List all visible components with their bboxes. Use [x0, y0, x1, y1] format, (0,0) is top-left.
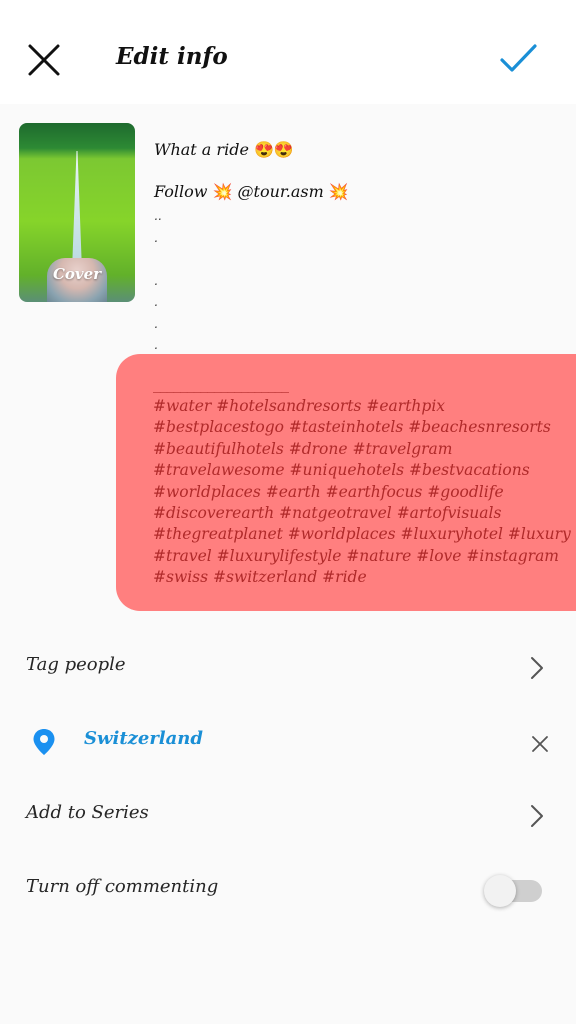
- location-pin-icon: [33, 729, 55, 755]
- turn-off-commenting-row: Turn off commenting: [0, 856, 576, 916]
- chevron-right-icon: [531, 805, 543, 827]
- dot-line: .: [154, 316, 158, 331]
- turn-off-commenting-label: Turn off commenting: [26, 876, 219, 897]
- chevron-right-icon: [531, 657, 543, 679]
- tag-people-label: Tag people: [26, 654, 126, 675]
- caption-line-1: What a ride 😍😍: [154, 140, 554, 164]
- hashtag-line: #discoverearth #natgeotravel #artofvisua…: [153, 504, 502, 523]
- hashtag-highlight-block[interactable]: ____________________ #water #hotelsandre…: [116, 354, 576, 611]
- separator-line: ____________________: [153, 375, 289, 393]
- remove-location-icon[interactable]: [531, 735, 549, 753]
- mention-text: @tour.asm: [237, 182, 324, 201]
- hashtag-line: #beautifulhotels #drone #travelgram: [153, 439, 453, 458]
- commenting-toggle[interactable]: [482, 874, 544, 910]
- cover-label: Cover: [52, 265, 102, 283]
- dot-line: .: [154, 230, 158, 245]
- location-label: Switzerland: [84, 728, 203, 749]
- add-to-series-row[interactable]: Add to Series: [0, 782, 576, 842]
- top-bar: Edit info: [0, 0, 576, 104]
- hashtag-line: #bestplacestogo #tasteinhotels #beachesn…: [153, 418, 551, 437]
- add-to-series-label: Add to Series: [26, 802, 149, 823]
- heart-eyes-emoji-icon: 😍😍: [254, 140, 294, 159]
- close-icon[interactable]: [26, 42, 62, 78]
- checkmark-icon[interactable]: [498, 42, 538, 76]
- hashtag-line: #swiss #switzerland #ride: [153, 568, 367, 587]
- collision-emoji-icon: 💥: [212, 182, 233, 201]
- caption-text: What a ride: [154, 140, 249, 159]
- hashtag-line: #thegreatplanet #worldplaces #luxuryhote…: [153, 525, 571, 544]
- tag-people-row[interactable]: Tag people: [0, 634, 576, 694]
- page-title: Edit info: [116, 43, 228, 70]
- caption-dot-lines: .. . . . . .: [154, 206, 554, 357]
- follow-text: Follow: [154, 182, 208, 201]
- cover-thumbnail[interactable]: Cover: [19, 123, 135, 302]
- thumbnail-image-path: [72, 151, 82, 271]
- dot-line: .: [154, 273, 158, 288]
- caption-input[interactable]: What a ride 😍😍 Follow 💥 @tour.asm 💥 .. .…: [154, 140, 554, 357]
- collision-emoji-icon: 💥: [328, 182, 349, 201]
- hashtag-line: #travel #luxurylifestyle #nature #love #…: [153, 546, 560, 565]
- caption-line-2: Follow 💥 @tour.asm 💥: [154, 182, 554, 206]
- hashtag-line: #travelawesome #uniquehotels #bestvacati…: [153, 461, 530, 480]
- dot-line: ..: [154, 209, 162, 223]
- dot-line: [154, 249, 554, 271]
- hashtag-line: #worldplaces #earth #earthfocus #goodlif…: [153, 482, 504, 501]
- dot-line: .: [154, 295, 158, 309]
- location-row[interactable]: Switzerland: [0, 708, 576, 768]
- toggle-knob: [484, 875, 516, 907]
- hashtag-line: #water #hotelsandresorts #earthpix: [153, 397, 446, 415]
